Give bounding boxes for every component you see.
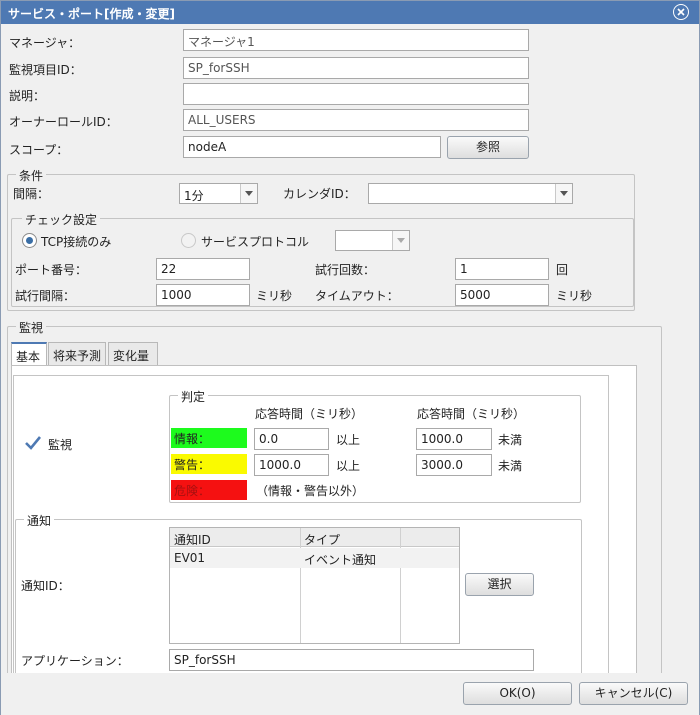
timeout-field[interactable]: 5000 xyxy=(455,284,549,306)
application-field[interactable]: SP_forSSH xyxy=(169,649,534,671)
column-header-notify-id[interactable]: 通知ID xyxy=(174,531,211,548)
monitoring-legend: 監視 xyxy=(16,319,47,336)
judgement-col2-header: 応答時間（ミリ秒） xyxy=(417,407,526,421)
chevron-down-icon xyxy=(240,184,257,203)
column-divider xyxy=(400,528,401,643)
title-bar: サービス・ポート[作成・変更] xyxy=(1,1,699,24)
scope-label: スコープ： xyxy=(9,143,69,157)
chevron-down-icon xyxy=(555,184,572,203)
warning-status-label: 警告： xyxy=(171,454,247,474)
port-field[interactable]: 22 xyxy=(156,258,250,280)
row-type: イベント通知 xyxy=(304,553,377,567)
retry-count-field[interactable]: 1 xyxy=(455,258,549,280)
service-protocol-select[interactable] xyxy=(335,230,410,251)
warning-min-unit: 以上 xyxy=(336,459,361,473)
notify-id-label: 通知ID： xyxy=(21,579,70,593)
scope-reference-button[interactable]: 参照 xyxy=(447,136,529,159)
interval-select[interactable]: 1分 xyxy=(179,183,258,204)
conditions-legend: 条件 xyxy=(16,167,47,184)
tab-basic[interactable]: 基本 xyxy=(11,342,47,366)
manager-field[interactable]: マネージャ1 xyxy=(183,29,529,51)
dialog-window: サービス・ポート[作成・変更] マネージャ： マネージャ1 監視項目ID： SP… xyxy=(0,0,700,715)
critical-note: （情報・警告以外） xyxy=(256,484,365,498)
scope-field[interactable]: nodeA xyxy=(183,136,441,158)
monitor-id-label: 監視項目ID： xyxy=(9,63,82,77)
timeout-label: タイムアウト： xyxy=(315,289,399,303)
tab-future-prediction[interactable]: 将来予測 xyxy=(48,342,106,365)
judgement-legend: 判定 xyxy=(178,388,209,405)
warning-max-unit: 未満 xyxy=(498,459,523,473)
radio-tcp[interactable] xyxy=(22,233,37,248)
interval-label: 間隔： xyxy=(13,187,50,201)
monitor-checkbox[interactable] xyxy=(24,435,42,451)
retry-interval-unit: ミリ秒 xyxy=(256,289,293,303)
check-settings-legend: チェック設定 xyxy=(22,211,101,228)
critical-status-label: 危険： xyxy=(171,480,247,500)
retry-count-unit: 回 xyxy=(556,263,569,277)
owner-role-field[interactable]: ALL_USERS xyxy=(183,109,529,131)
info-min-field[interactable]: 0.0 xyxy=(254,428,329,450)
column-header-type[interactable]: タイプ xyxy=(304,531,340,548)
info-min-unit: 以上 xyxy=(336,433,361,447)
description-label: 説明： xyxy=(9,89,46,103)
radio-service-protocol[interactable] xyxy=(181,233,196,248)
retry-interval-label: 試行間隔： xyxy=(15,289,76,303)
timeout-unit: ミリ秒 xyxy=(556,289,593,303)
cancel-button[interactable]: キャンセル(C) xyxy=(579,682,688,705)
retry-count-label: 試行回数： xyxy=(315,263,376,277)
info-max-field[interactable]: 1000.0 xyxy=(416,428,492,450)
judgement-col1-header: 応答時間（ミリ秒） xyxy=(255,407,364,421)
ok-button[interactable]: OK(O) xyxy=(463,682,572,705)
monitor-checkbox-label: 監視 xyxy=(48,438,73,452)
owner-role-label: オーナーロールID： xyxy=(9,115,118,129)
radio-tcp-label: TCP接続のみ xyxy=(41,235,112,249)
monitor-id-field[interactable]: SP_forSSH xyxy=(183,57,529,79)
window-title: サービス・ポート[作成・変更] xyxy=(8,7,175,21)
column-divider xyxy=(300,528,301,643)
interval-value: 1分 xyxy=(184,189,204,203)
info-max-unit: 未満 xyxy=(498,433,523,447)
warning-min-field[interactable]: 1000.0 xyxy=(254,454,329,476)
calendar-label: カレンダID： xyxy=(283,187,356,201)
manager-label: マネージャ： xyxy=(9,36,81,50)
warning-max-field[interactable]: 3000.0 xyxy=(416,454,492,476)
info-status-label: 情報： xyxy=(171,428,247,448)
close-icon[interactable] xyxy=(673,4,689,20)
retry-interval-field[interactable]: 1000 xyxy=(156,284,250,306)
description-field[interactable] xyxy=(183,83,529,105)
select-button[interactable]: 選択 xyxy=(465,573,534,596)
chevron-down-icon xyxy=(392,231,409,250)
tab-change-amount[interactable]: 変化量 xyxy=(108,342,158,365)
notification-legend: 通知 xyxy=(24,512,55,529)
row-notify-id: EV01 xyxy=(174,551,206,565)
port-label: ポート番号： xyxy=(15,263,88,277)
radio-service-protocol-label: サービスプロトコル xyxy=(201,235,310,249)
notification-table[interactable]: 通知ID タイプ EV01 イベント通知 xyxy=(169,527,460,644)
application-label: アプリケーション： xyxy=(21,654,129,668)
calendar-select[interactable] xyxy=(368,183,573,204)
